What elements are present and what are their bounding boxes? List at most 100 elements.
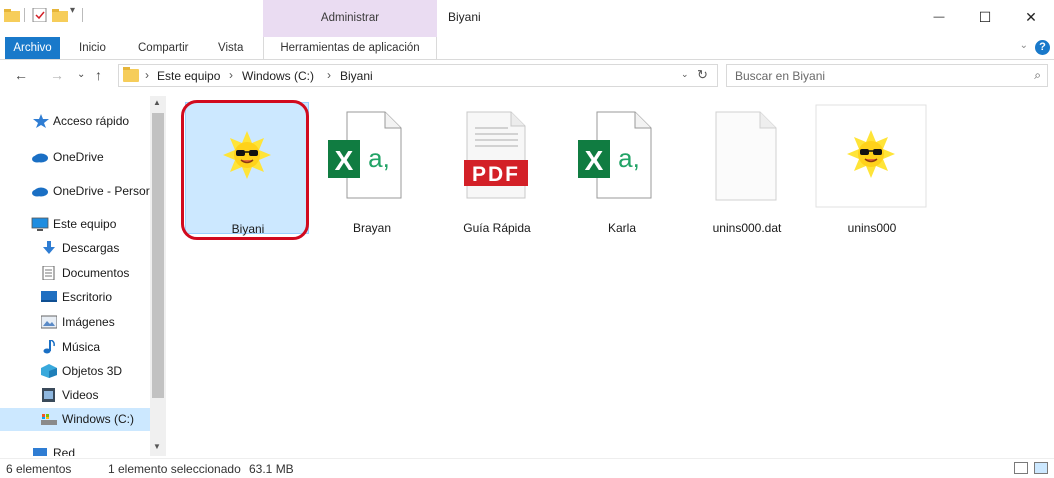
file-item-unins000[interactable]: unins000 — [810, 102, 934, 235]
excel-letter: X — [335, 145, 354, 176]
maximize-button[interactable]: ☐ — [962, 0, 1008, 34]
excel-suffix: a, — [618, 143, 640, 173]
breadcrumb-separator[interactable]: › — [327, 68, 331, 82]
sidebar-item-musica[interactable]: Música — [0, 336, 150, 359]
file-name: Karla — [607, 221, 636, 235]
title-bar: ▾ Administrar Biyani — ☐ ✕ — [0, 0, 1054, 37]
sidebar-item-videos[interactable]: Videos — [0, 384, 150, 407]
details-view-icon[interactable] — [1014, 462, 1028, 474]
sidebar-item-imagenes[interactable]: Imágenes — [0, 311, 150, 334]
excel-icon: X a, — [315, 104, 427, 208]
sidebar-item-label: Windows (C:) — [62, 412, 135, 426]
pdf-label: PDF — [472, 163, 520, 186]
search-input[interactable]: Buscar en Biyani ⌕ — [726, 64, 1048, 87]
download-icon — [41, 241, 57, 255]
file-item-biyani[interactable]: Biyani — [185, 102, 309, 236]
sidebar-item-windows-c[interactable]: Windows (C:) — [0, 408, 150, 431]
sun-sunglasses-icon — [191, 105, 303, 209]
file-item-unins000-dat[interactable]: unins000.dat — [685, 102, 809, 235]
scroll-up-icon[interactable]: ▲ — [153, 98, 161, 107]
breadcrumb-separator[interactable]: › — [145, 68, 149, 82]
sun-sunglasses-icon — [815, 104, 927, 208]
properties-icon[interactable] — [32, 7, 48, 25]
breadcrumb-biyani[interactable]: Biyani — [340, 69, 373, 83]
folder-icon — [123, 67, 139, 82]
cloud-icon — [31, 150, 48, 164]
sidebar-item-este-equipo[interactable]: Este equipo — [0, 213, 150, 236]
sidebar-item-red[interactable]: Red — [0, 442, 150, 456]
up-button[interactable]: ↑ — [95, 67, 102, 83]
sidebar-item-label: OneDrive - Persor — [53, 184, 150, 198]
sidebar-item-label: Acceso rápido — [53, 114, 130, 128]
sidebar-item-descargas[interactable]: Descargas — [0, 237, 150, 260]
forward-button[interactable]: → — [50, 67, 64, 83]
selection-info: 1 elemento seleccionado — [108, 462, 241, 476]
excel-icon: X a, — [565, 104, 677, 208]
close-button[interactable]: ✕ — [1008, 0, 1054, 34]
recent-locations-button[interactable]: ⌄ — [77, 69, 85, 80]
large-icons-view-icon[interactable] — [1034, 462, 1048, 474]
context-tab-administrar[interactable]: Administrar — [263, 12, 437, 24]
search-icon[interactable]: ⌕ — [1034, 68, 1041, 83]
sidebar-item-onedrive[interactable]: OneDrive — [0, 146, 150, 169]
search-placeholder: Buscar en Biyani — [735, 69, 826, 83]
scroll-down-icon[interactable]: ▼ — [153, 442, 161, 451]
address-bar[interactable]: › Este equipo › Windows (C:) › Biyani — [118, 64, 718, 87]
sidebar-item-label: OneDrive — [53, 150, 104, 164]
tab-archivo[interactable]: Archivo — [5, 37, 60, 59]
address-row: ← → ⌄ ↑ › Este equipo › Windows (C:) › B… — [0, 64, 1054, 88]
sidebar-item-documentos[interactable]: Documentos — [0, 262, 150, 285]
divider — [82, 8, 84, 25]
video-icon — [41, 388, 57, 402]
file-item-brayan[interactable]: X a, Brayan — [310, 102, 434, 235]
file-list: Biyani X a, Brayan PDF Guía Rápida X a, … — [176, 96, 1054, 456]
divider — [24, 8, 26, 25]
file-name: Biyani — [231, 222, 265, 236]
breadcrumb-windows-c[interactable]: Windows (C:) — [242, 69, 314, 83]
sidebar-item-label: Videos — [62, 388, 99, 402]
sidebar-item-label: Imágenes — [62, 315, 115, 329]
file-item-karla[interactable]: X a, Karla — [560, 102, 684, 235]
sidebar-item-label: Red — [53, 446, 76, 456]
sidebar-item-escritorio[interactable]: Escritorio — [0, 286, 150, 309]
sidebar-item-label: Objetos 3D — [62, 364, 123, 378]
customize-toolbar-icon[interactable]: ▾ — [70, 5, 75, 16]
sidebar-scrollbar[interactable]: ▲ ▼ — [150, 96, 166, 456]
sidebar-item-label: Este equipo — [53, 217, 117, 231]
blank-file-icon — [690, 104, 802, 208]
new-folder-icon[interactable] — [52, 8, 68, 25]
file-name: Brayan — [352, 221, 392, 235]
expand-ribbon-icon[interactable]: ⌄ — [1020, 40, 1028, 51]
computer-icon — [31, 217, 49, 231]
minimize-button[interactable]: — — [916, 0, 962, 34]
3d-objects-icon — [41, 364, 57, 378]
sidebar-item-label: Escritorio — [62, 290, 113, 304]
breadcrumb-este-equipo[interactable]: Este equipo — [157, 69, 220, 83]
sidebar-item-label: Música — [62, 340, 101, 354]
sidebar-item-label: Descargas — [62, 241, 120, 255]
scrollbar-thumb[interactable] — [152, 113, 164, 398]
desktop-icon — [41, 290, 57, 304]
back-button[interactable]: ← — [14, 67, 28, 83]
star-icon — [33, 114, 49, 128]
excel-suffix: a, — [368, 143, 390, 173]
help-icon[interactable]: ? — [1035, 40, 1050, 55]
folder-icon[interactable] — [4, 8, 20, 25]
sidebar-item-objetos-3d[interactable]: Objetos 3D — [0, 360, 150, 383]
file-item-guia-rapida[interactable]: PDF Guía Rápida — [435, 102, 559, 235]
navigation-pane: Acceso rápido OneDrive OneDrive - Persor… — [0, 96, 166, 456]
network-icon — [31, 446, 47, 456]
refresh-icon[interactable]: ↻ — [697, 67, 708, 83]
cloud-icon — [31, 184, 48, 198]
breadcrumb-separator[interactable]: › — [229, 68, 233, 82]
tab-compartir[interactable]: Compartir — [138, 37, 188, 59]
file-name: Guía Rápida — [463, 221, 531, 235]
sidebar-item-acceso-rapido[interactable]: Acceso rápido — [0, 110, 150, 133]
address-history-dropdown[interactable]: ⌄ — [681, 69, 689, 80]
pdf-icon: PDF — [440, 104, 552, 208]
tab-inicio[interactable]: Inicio — [79, 37, 106, 59]
drive-icon — [41, 412, 57, 426]
tab-herramientas-de-aplicacion[interactable]: Herramientas de aplicación — [263, 37, 437, 59]
sidebar-item-onedrive-personal[interactable]: OneDrive - Persor — [0, 180, 150, 203]
tab-vista[interactable]: Vista — [218, 37, 243, 59]
